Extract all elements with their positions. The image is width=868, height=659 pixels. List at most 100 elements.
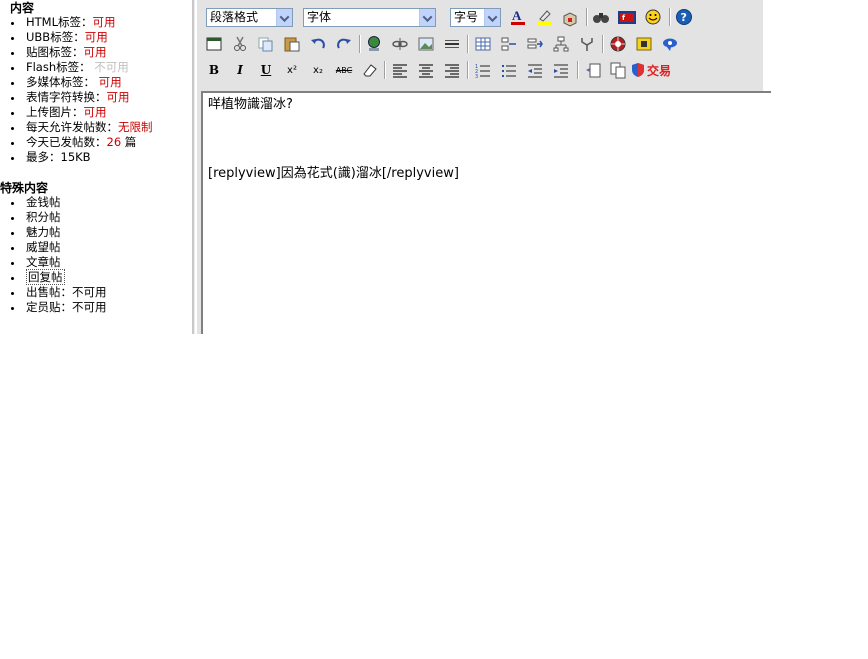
unlink-button[interactable] xyxy=(389,33,411,55)
page-button[interactable] xyxy=(607,59,629,81)
link-button[interactable] xyxy=(363,33,385,55)
font-family-select[interactable]: 字体 xyxy=(303,8,436,27)
chevron-down-icon xyxy=(484,9,500,26)
table-row-button[interactable] xyxy=(498,33,520,55)
eraser-icon xyxy=(363,64,377,77)
insert-before-button[interactable] xyxy=(582,59,604,81)
image-button[interactable] xyxy=(415,33,437,55)
emoticon-button[interactable] xyxy=(642,6,664,28)
toolbar-separator xyxy=(359,35,361,53)
outdent-icon xyxy=(528,64,542,78)
merge-cell-button[interactable] xyxy=(576,33,598,55)
media-button[interactable] xyxy=(607,33,629,55)
tag-label: 表情字符转换： xyxy=(26,90,107,104)
paragraph-format-select[interactable]: 段落格式 xyxy=(206,8,293,27)
content-line-replyview: [replyview]因為花式(識)溜冰[/replyview] xyxy=(208,166,459,181)
editor-content-area[interactable]: 咩植物識溜冰? [replyview]因為花式(識)溜冰[/replyview] xyxy=(201,91,771,334)
unordered-list-button[interactable] xyxy=(498,59,520,81)
special-label[interactable]: 文章帖 xyxy=(26,255,61,269)
horizontal-rule-icon xyxy=(445,40,459,48)
insert-table-button[interactable] xyxy=(472,33,494,55)
shield-icon xyxy=(632,63,644,77)
redo-icon xyxy=(337,38,351,49)
merge-cell-icon xyxy=(581,38,593,51)
toolbar-separator xyxy=(669,8,671,26)
align-left-button[interactable] xyxy=(389,59,411,81)
split-cell-button[interactable] xyxy=(550,33,572,55)
tag-value: 可用 xyxy=(83,45,107,59)
box-button[interactable] xyxy=(559,7,581,29)
list-item[interactable]: 威望帖 xyxy=(0,240,107,255)
bold-button[interactable]: B xyxy=(203,59,225,81)
subscript-button[interactable]: x₂ xyxy=(307,59,329,81)
reply-post-link[interactable]: 回复帖 xyxy=(26,269,65,285)
strikethrough-button[interactable]: ABC xyxy=(333,59,355,81)
paste-button[interactable] xyxy=(281,33,303,55)
subscript-icon: x₂ xyxy=(313,64,323,76)
tag-value: 可用 xyxy=(106,90,130,104)
flash-button[interactable]: f xyxy=(616,6,638,28)
list-item: 今天已发帖数：26 篇 xyxy=(0,135,153,150)
outdent-button[interactable] xyxy=(524,59,546,81)
window-button[interactable] xyxy=(203,33,225,55)
toolbar-separator xyxy=(467,35,469,53)
list-item: 定员贴：不可用 xyxy=(0,300,107,315)
special-label[interactable]: 金钱帖 xyxy=(26,195,61,209)
font-size-select[interactable]: 字号 xyxy=(450,8,501,27)
select-value: 字号 xyxy=(454,10,479,24)
indent-button[interactable] xyxy=(550,59,572,81)
list-item: 多媒体标签： 可用 xyxy=(0,75,153,90)
underline-button[interactable]: U xyxy=(255,59,277,81)
align-center-icon xyxy=(419,64,433,78)
special-label[interactable]: 积分帖 xyxy=(26,210,61,224)
italic-button[interactable]: I xyxy=(229,59,251,81)
undo-button[interactable] xyxy=(307,33,329,55)
list-item[interactable]: 金钱帖 xyxy=(0,195,107,210)
align-right-button[interactable] xyxy=(441,59,463,81)
rich-text-editor: 段落格式 字体 字号 A f ? B I U x² x₂ ABC 1 2 3 交… xyxy=(197,0,771,334)
highlight-button[interactable] xyxy=(533,6,555,28)
toolbar-separator xyxy=(577,61,579,79)
cut-button[interactable] xyxy=(229,33,251,55)
special-label[interactable]: 魅力帖 xyxy=(26,225,61,239)
ordered-list-button[interactable]: 123 xyxy=(472,59,494,81)
toolbar-separator xyxy=(586,8,588,26)
trade-button[interactable]: 交易 xyxy=(631,59,677,81)
list-item: 上传图片：可用 xyxy=(0,105,153,120)
quote-button[interactable] xyxy=(659,33,681,55)
help-button[interactable]: ? xyxy=(673,6,695,28)
list-item[interactable]: 魅力帖 xyxy=(0,225,107,240)
indent-icon xyxy=(554,64,568,78)
font-color-button[interactable]: A xyxy=(507,6,529,28)
list-item[interactable]: 文章帖 xyxy=(0,255,107,270)
page-insert-icon xyxy=(586,63,601,78)
scissors-icon xyxy=(234,36,246,51)
horizontal-rule-button[interactable] xyxy=(441,33,463,55)
eraser-button[interactable] xyxy=(359,59,381,81)
tag-label: 贴图标签： xyxy=(26,45,84,59)
special-label[interactable]: 威望帖 xyxy=(26,240,61,254)
align-center-button[interactable] xyxy=(415,59,437,81)
tag-label: UBB标签： xyxy=(26,30,85,44)
copy-icon xyxy=(258,37,273,52)
copy-button[interactable] xyxy=(255,33,277,55)
toolbar-separator xyxy=(467,61,469,79)
panel-divider[interactable] xyxy=(192,0,195,334)
superscript-button[interactable]: x² xyxy=(281,59,303,81)
globe-link-icon xyxy=(368,36,380,51)
code-button[interactable] xyxy=(633,33,655,55)
strikethrough-icon: ABC xyxy=(335,65,353,75)
box-icon xyxy=(563,12,577,27)
undo-icon xyxy=(311,38,325,49)
list-item[interactable]: 积分帖 xyxy=(0,210,107,225)
special-content-list: 金钱帖 积分帖 魅力帖 威望帖 文章帖 回复帖 出售帖：不可用 定员贴：不可用 xyxy=(0,195,107,315)
table-column-button[interactable] xyxy=(524,33,546,55)
chevron-down-icon xyxy=(419,9,435,26)
tag-value: 可用 xyxy=(83,105,107,119)
select-value: 字体 xyxy=(307,10,332,24)
redo-button[interactable] xyxy=(333,33,355,55)
tag-value: 可用 xyxy=(84,30,108,44)
find-button[interactable] xyxy=(590,6,612,28)
font-color-icon: A xyxy=(511,8,525,25)
list-item[interactable]: 回复帖 xyxy=(0,269,107,285)
